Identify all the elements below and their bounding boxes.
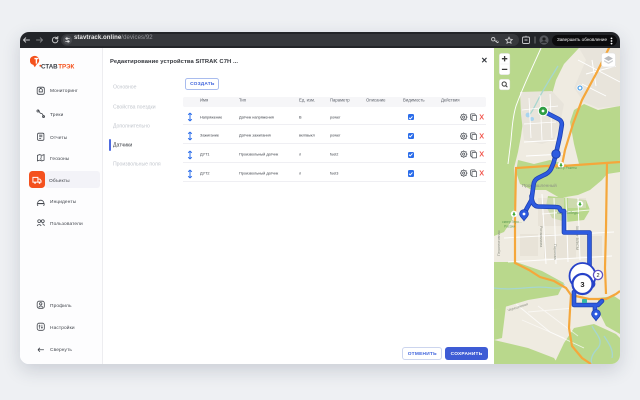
svg-text:Пирогова: Пирогова (553, 244, 557, 260)
svg-text:2: 2 (596, 273, 599, 279)
svg-text:Перспективная: Перспективная (497, 231, 501, 256)
svg-text:Рогожникова: Рогожникова (539, 226, 543, 247)
svg-text:Промышленный: Промышленный (522, 182, 557, 188)
svg-text:ТРЭК: ТРЭК (58, 63, 74, 70)
svg-text:России: России (504, 225, 515, 229)
svg-text:50 лет ВЛКСМ: 50 лет ВЛКСМ (575, 226, 579, 250)
svg-text:сквер Геро...: сквер Геро... (502, 220, 522, 224)
svg-text:3: 3 (580, 280, 584, 289)
svg-text:СТАВ: СТАВ (41, 63, 58, 70)
svg-text:сквер Ракеты: сквер Ракеты (556, 166, 578, 170)
